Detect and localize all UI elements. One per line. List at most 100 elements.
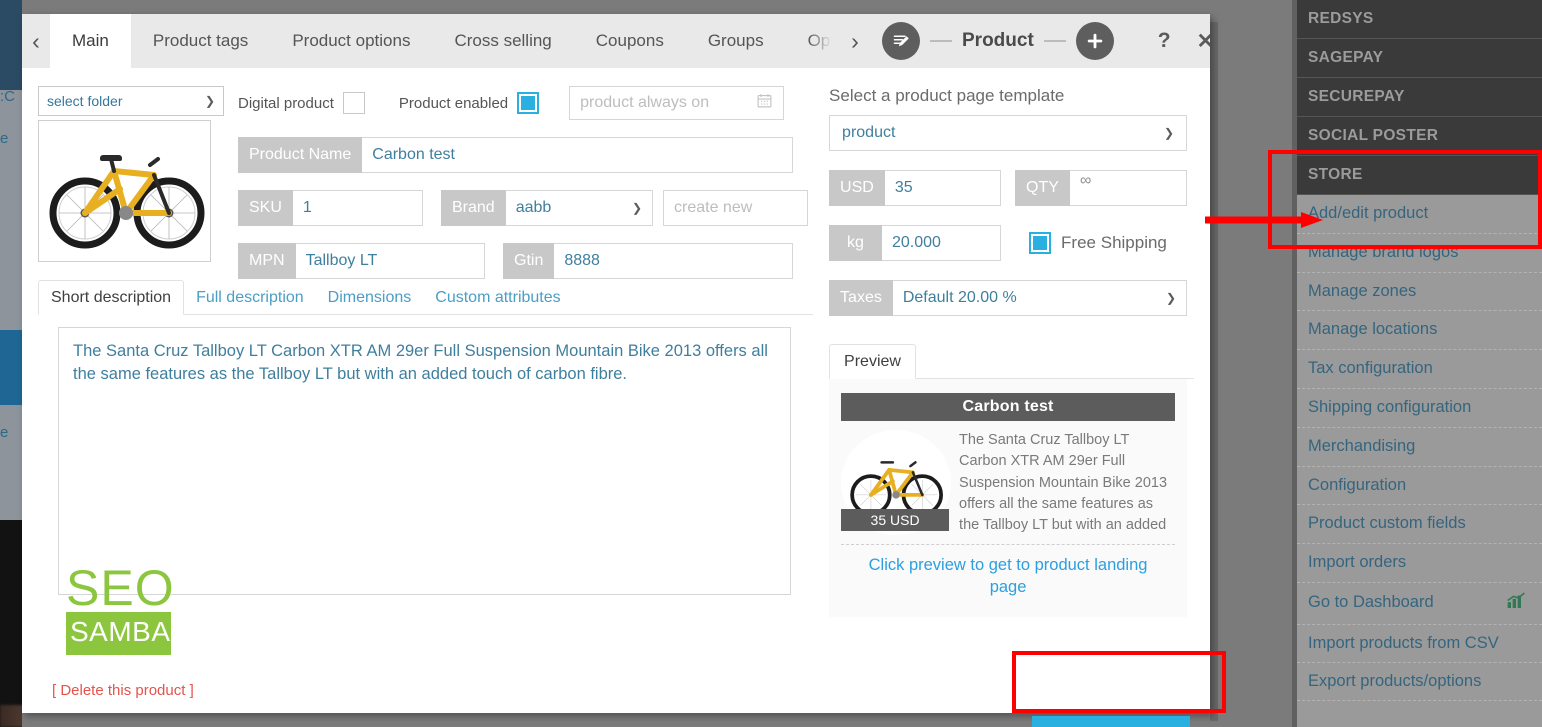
tab-groups[interactable]: Groups — [686, 14, 786, 68]
schedule-date-input[interactable]: product always on — [569, 86, 785, 120]
product-thumbnail[interactable] — [38, 120, 211, 262]
sidebar-item-product-custom-fields[interactable]: Product custom fields — [1292, 505, 1542, 545]
tabs-scroll-left-icon[interactable]: ‹ — [22, 14, 50, 68]
preview-card-text: The Santa Cruz Tallboy LT Carbon XTR AM … — [959, 432, 1168, 534]
preview-section: Preview Carbon test 35 USD The Santa Cru… — [829, 344, 1194, 617]
mpn-field: MPN Tallboy LT — [238, 243, 485, 279]
background-text-3: e — [0, 424, 9, 441]
product-name-input[interactable]: Carbon test — [362, 137, 793, 173]
brand-select[interactable]: aabb ❯ — [505, 190, 653, 226]
sidebar-item-manage-locations[interactable]: Manage locations — [1292, 311, 1542, 351]
sidebar-item-go-to-dashboard[interactable]: Go to Dashboard — [1292, 583, 1542, 625]
preview-landing-page-link[interactable]: Click preview to get to product landing … — [841, 545, 1175, 605]
save-area: Save product — [1031, 716, 1190, 727]
sidebar-item-label: Tax configuration — [1308, 359, 1433, 378]
description-section: Short description Full description Dimen… — [38, 280, 814, 595]
delete-product-link[interactable]: [ Delete this product ] — [52, 682, 194, 699]
tabs-container: Main Product tags Product options Cross … — [50, 14, 842, 68]
product-name-row: Product Name Carbon test — [238, 137, 828, 173]
create-new-brand-input[interactable]: create new — [663, 190, 808, 226]
sidebar-item-label: Import orders — [1308, 553, 1407, 572]
background-text-1: :C — [0, 88, 15, 105]
gtin-input[interactable]: 8888 — [554, 243, 793, 279]
short-description-textarea[interactable]: The Santa Cruz Tallboy LT Carbon XTR AM … — [58, 327, 791, 595]
brand-label: Brand — [441, 190, 506, 226]
modal-tabbar: ‹ Main Product tags Product options Cros… — [22, 14, 1214, 68]
plus-icon[interactable] — [1075, 22, 1114, 60]
chevron-down-icon: ❯ — [1165, 291, 1177, 305]
tab-short-description[interactable]: Short description — [38, 280, 185, 315]
price-label: USD — [829, 170, 885, 206]
sku-label: SKU — [238, 190, 293, 226]
description-tabs: Short description Full description Dimen… — [38, 280, 814, 315]
sidebar-item-import-products-from-csv[interactable]: Import products from CSV — [1292, 625, 1542, 663]
sidebar-header-store[interactable]: STORE — [1292, 156, 1542, 195]
weight-input[interactable]: 20.000 — [881, 225, 1002, 261]
sku-field: SKU 1 — [238, 190, 423, 226]
sidebar-item-merchandising[interactable]: Merchandising — [1292, 428, 1542, 467]
tab-coupons[interactable]: Coupons — [574, 14, 686, 68]
mpn-gtin-row: MPN Tallboy LT Gtin 8888 — [238, 243, 828, 279]
sidebar-header-redsys[interactable]: REDSYS — [1292, 0, 1542, 39]
tab-product-options[interactable]: Product options — [270, 14, 432, 68]
sidebar-header-sagepay[interactable]: SAGEPAY — [1292, 39, 1542, 78]
tab-custom-attributes[interactable]: Custom attributes — [423, 281, 572, 314]
sidebar-item-label: Product custom fields — [1308, 514, 1466, 533]
tab-product-tags[interactable]: Product tags — [131, 14, 270, 68]
sidebar-item-manage-brand-logos[interactable]: Manage brand logos — [1292, 234, 1542, 273]
folder-select[interactable]: select folder ❯ — [38, 86, 224, 116]
bar-chart-icon — [1506, 592, 1526, 615]
sidebar-item-import-orders[interactable]: Import orders — [1292, 544, 1542, 583]
taxes-select[interactable]: Default 20.00 % ❯ — [892, 280, 1188, 316]
sku-input[interactable]: 1 — [292, 190, 423, 226]
sidebar-header-social-poster[interactable]: SOCIAL POSTER — [1292, 117, 1542, 156]
product-enabled-checkbox[interactable] — [517, 92, 540, 114]
gtin-field: Gtin 8888 — [503, 243, 793, 279]
product-fields-grid: Digital product Product enabled product … — [238, 86, 828, 296]
template-select[interactable]: product ❯ — [829, 115, 1188, 151]
chevron-down-icon: ❯ — [631, 201, 642, 215]
sidebar-item-configuration[interactable]: Configuration — [1292, 467, 1542, 506]
product-enabled-label: Product enabled — [398, 94, 509, 112]
bicycle-image — [41, 125, 208, 257]
mpn-input[interactable]: Tallboy LT — [295, 243, 485, 279]
sidebar-item-tax-configuration[interactable]: Tax configuration — [1292, 350, 1542, 389]
tab-main[interactable]: Main — [50, 14, 131, 68]
sidebar-item-label: Manage brand logos — [1308, 242, 1459, 261]
tab-cross-selling[interactable]: Cross selling — [432, 14, 573, 68]
help-button[interactable]: ? — [1158, 29, 1171, 53]
background-text-2: e — [0, 130, 9, 147]
sidebar-item-export-products-options[interactable]: Export products/options — [1292, 663, 1542, 702]
schedule-placeholder-text: product always on — [580, 94, 710, 111]
sidebar-item-add-edit-product[interactable]: Add/edit product — [1292, 195, 1542, 234]
sidebar-item-label: Manage zones — [1308, 281, 1417, 300]
tab-preview[interactable]: Preview — [829, 344, 916, 379]
title-divider-right — [1043, 40, 1066, 42]
save-product-button[interactable]: Save product — [1031, 716, 1190, 727]
title-divider-left — [930, 40, 952, 42]
taxes-label: Taxes — [829, 280, 893, 316]
preview-thumbnail-wrap: 35 USD — [841, 430, 952, 535]
weight-shipping-row: kg 20.000 Free Shipping — [829, 225, 1194, 261]
digital-product-checkbox[interactable] — [342, 92, 365, 114]
brand-value: aabb — [515, 199, 552, 216]
sidebar-item-manage-zones[interactable]: Manage zones — [1292, 273, 1542, 312]
price-input[interactable]: 35 — [884, 170, 1002, 206]
free-shipping-checkbox[interactable] — [1029, 232, 1052, 254]
template-label: Select a product page template — [829, 86, 1065, 105]
edit-document-icon[interactable] — [882, 22, 920, 60]
preview-card: Carbon test 35 USD The Santa Cruz Tallbo… — [829, 379, 1188, 617]
sidebar-item-shipping-configuration[interactable]: Shipping configuration — [1292, 389, 1542, 428]
qty-input[interactable]: ∞ — [1069, 170, 1188, 206]
sidebar-item-label: Configuration — [1308, 475, 1407, 494]
tabs-scroll-right-icon[interactable]: › — [842, 14, 868, 68]
product-modal: ‹ Main Product tags Product options Cros… — [22, 14, 1214, 727]
tab-dimensions[interactable]: Dimensions — [316, 281, 424, 314]
tab-option-inventory[interactable]: Option Inve — [786, 14, 842, 68]
sidebar-item-label: Import products from CSV — [1308, 633, 1499, 652]
modal-titlebar: Product ? ✕ — [868, 14, 1214, 68]
right-sidebar: REDSYS SAGEPAY SECUREPAY SOCIAL POSTER S… — [1292, 0, 1542, 727]
tab-full-description[interactable]: Full description — [184, 281, 316, 314]
folder-select-value: select folder — [47, 93, 123, 109]
sidebar-header-securepay[interactable]: SECUREPAY — [1292, 78, 1542, 117]
